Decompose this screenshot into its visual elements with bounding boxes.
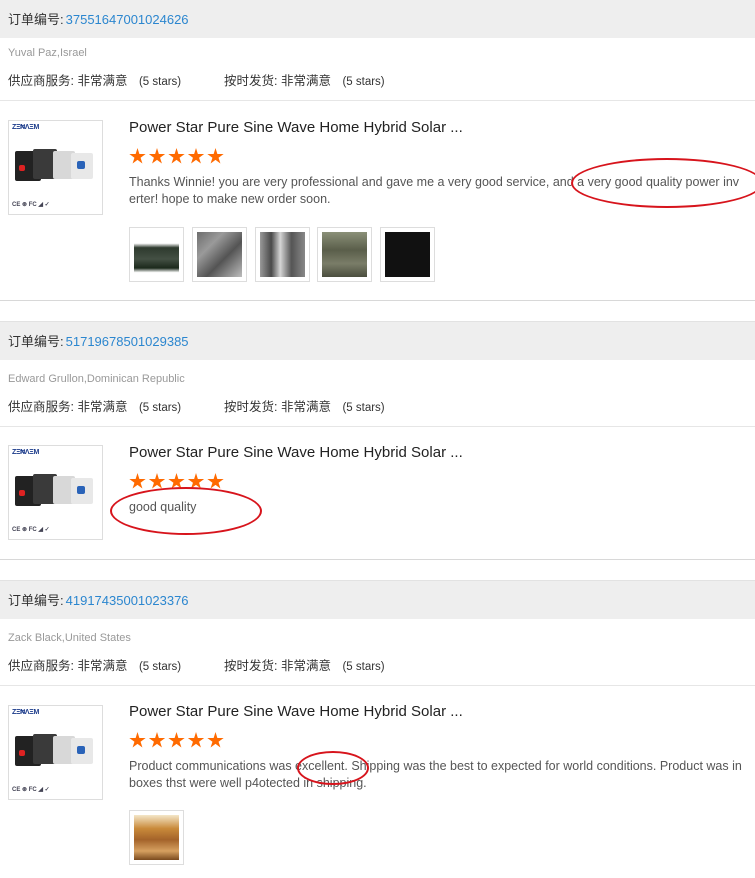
order-header: 订单编号: 51719678501029385 <box>0 321 755 360</box>
seller-ratings: 供应商服务: 非常满意 (5 stars) 按时发货: 非常满意 (5 star… <box>8 70 385 89</box>
star-icon <box>187 148 205 164</box>
rating-stars <box>129 473 227 489</box>
star-icon <box>207 148 224 164</box>
on-time-shipping-value: 非常满意 <box>280 74 331 88</box>
supplier-service-value: 非常满意 <box>77 74 128 88</box>
review-text: Thanks Winnie! you are very professional… <box>129 175 740 206</box>
star-icon <box>129 732 146 748</box>
seller-ratings: 供应商服务: 非常满意 (5 stars) 按时发货: 非常满意 (5 star… <box>8 655 385 674</box>
review-text: Product communications was excellent. Sh… <box>129 759 742 790</box>
buyer-name: Zack Black,United States <box>8 632 131 644</box>
order-number-link[interactable]: 37551647001024626 <box>66 12 189 27</box>
on-time-shipping-label: 按时发货: <box>224 74 278 88</box>
certification-marks: CE ⊛ FC ◢ ✓ <box>12 787 50 793</box>
order-number-link[interactable]: 41917435001023376 <box>66 593 189 608</box>
product-title-link[interactable]: Power Star Pure Sine Wave Home Hybrid So… <box>129 444 463 461</box>
supplier-service-label: 供应商服务: <box>8 400 74 414</box>
star-icon <box>129 473 146 489</box>
supplier-service-value: 非常满意 <box>77 400 128 414</box>
supplier-service-label: 供应商服务: <box>8 659 74 673</box>
star-icon <box>207 732 224 748</box>
order-number-label: 订单编号: <box>8 593 64 608</box>
star-icon <box>207 473 224 489</box>
star-icon <box>168 732 185 748</box>
order-header: 订单编号: 37551647001024626 <box>0 0 755 38</box>
brand-logo: ZΞ₦ɅΞM <box>12 449 40 456</box>
rating-stars <box>129 148 227 164</box>
supplier-service-stars: (5 stars) <box>138 76 182 88</box>
brand-logo: ZΞ₦ɅΞM <box>12 709 40 716</box>
divider <box>0 685 755 686</box>
order-number-link[interactable]: 51719678501029385 <box>66 334 189 349</box>
star-icon <box>168 473 185 489</box>
certification-marks: CE ⊛ FC ◢ ✓ <box>12 202 50 208</box>
divider <box>0 426 755 427</box>
star-icon <box>148 732 166 748</box>
rating-stars <box>129 732 227 748</box>
on-time-shipping-label: 按时发货: <box>224 659 278 673</box>
review-photo[interactable] <box>192 227 247 282</box>
seller-ratings: 供应商服务: 非常满意 (5 stars) 按时发货: 非常满意 (5 star… <box>8 396 385 415</box>
review-photo[interactable] <box>255 227 310 282</box>
product-thumbnail[interactable]: ZΞ₦ɅΞM CE ⊛ FC ◢ ✓ <box>8 120 103 215</box>
on-time-shipping-value: 非常满意 <box>280 400 331 414</box>
on-time-shipping-value: 非常满意 <box>280 659 331 673</box>
order-number-label: 订单编号: <box>8 12 64 27</box>
review-text: good quality <box>129 500 197 514</box>
supplier-service-stars: (5 stars) <box>138 661 182 673</box>
supplier-service-label: 供应商服务: <box>8 74 74 88</box>
order-header: 订单编号: 41917435001023376 <box>0 580 755 619</box>
on-time-shipping-stars: (5 stars) <box>342 661 385 673</box>
product-title-link[interactable]: Power Star Pure Sine Wave Home Hybrid So… <box>129 119 463 136</box>
on-time-shipping-label: 按时发货: <box>224 400 278 414</box>
star-icon <box>148 148 166 164</box>
section-divider <box>0 300 755 301</box>
review-photo[interactable] <box>317 227 372 282</box>
buyer-name: Yuval Paz,Israel <box>8 47 87 59</box>
review-photo[interactable] <box>129 810 184 865</box>
on-time-shipping-stars: (5 stars) <box>342 402 385 414</box>
star-icon <box>187 473 205 489</box>
review-photo[interactable] <box>380 227 435 282</box>
supplier-service-value: 非常满意 <box>77 659 128 673</box>
on-time-shipping-stars: (5 stars) <box>342 76 385 88</box>
review-photo[interactable] <box>129 227 184 282</box>
order-number-label: 订单编号: <box>8 334 64 349</box>
star-icon <box>148 473 166 489</box>
buyer-name: Edward Grullon,Dominican Republic <box>8 373 185 385</box>
star-icon <box>129 148 146 164</box>
brand-logo: ZΞ₦ɅΞM <box>12 124 40 131</box>
product-title-link[interactable]: Power Star Pure Sine Wave Home Hybrid So… <box>129 703 463 720</box>
star-icon <box>187 732 205 748</box>
product-thumbnail[interactable]: ZΞ₦ɅΞM CE ⊛ FC ◢ ✓ <box>8 705 103 800</box>
certification-marks: CE ⊛ FC ◢ ✓ <box>12 527 50 533</box>
supplier-service-stars: (5 stars) <box>138 402 182 414</box>
section-divider <box>0 559 755 560</box>
divider <box>0 100 755 101</box>
product-thumbnail[interactable]: ZΞ₦ɅΞM CE ⊛ FC ◢ ✓ <box>8 445 103 540</box>
star-icon <box>168 148 185 164</box>
